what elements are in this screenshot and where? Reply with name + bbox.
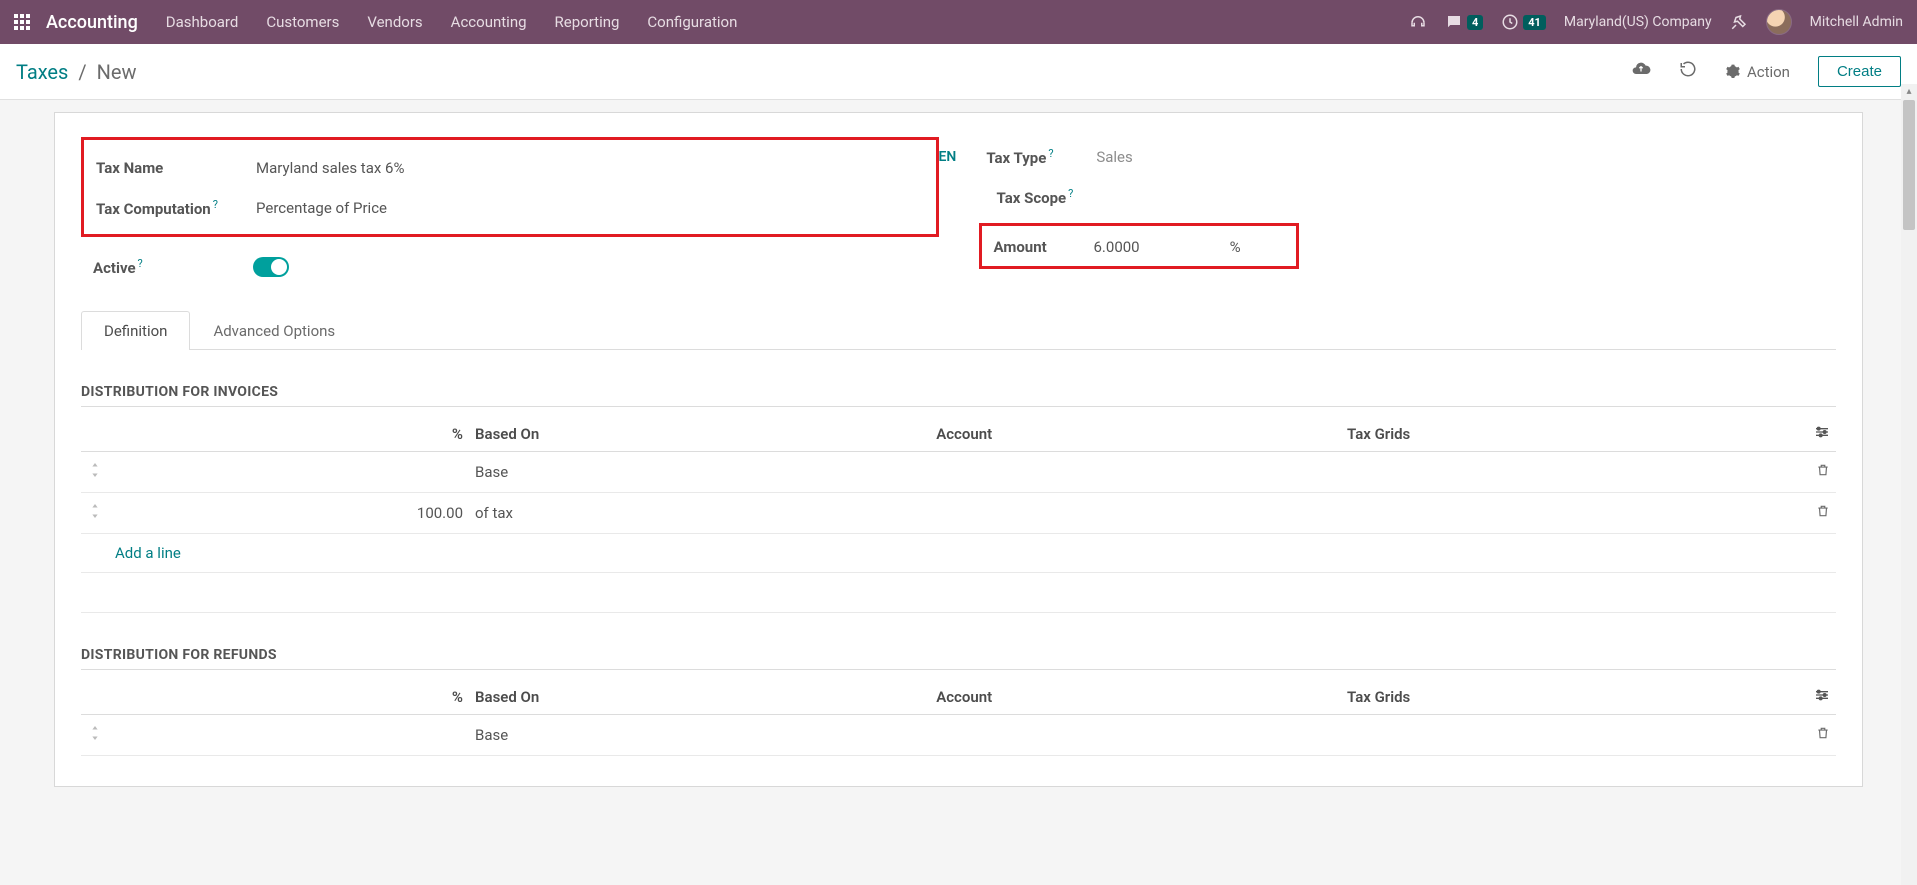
- col-options-icon[interactable]: [1796, 680, 1836, 715]
- breadcrumb-separator: /: [78, 60, 86, 84]
- vertical-scrollbar[interactable]: ▴: [1901, 100, 1917, 885]
- menu-dashboard[interactable]: Dashboard: [166, 13, 239, 31]
- action-label: Action: [1747, 63, 1790, 81]
- breadcrumb: Taxes / New: [16, 60, 137, 84]
- row-account[interactable]: [930, 452, 1341, 493]
- table-row[interactable]: 100.00 of tax: [81, 493, 1836, 534]
- tax-name-label: Tax Name: [96, 159, 256, 177]
- col-based-on: Based On: [469, 680, 930, 715]
- menu-reporting[interactable]: Reporting: [555, 13, 620, 31]
- distribution-invoices-table: % Based On Account Tax Grids Base: [81, 417, 1836, 613]
- col-tax-grids: Tax Grids: [1341, 417, 1796, 452]
- table-row[interactable]: Base: [81, 452, 1836, 493]
- row-pct[interactable]: [109, 715, 469, 756]
- menu-accounting[interactable]: Accounting: [451, 13, 527, 31]
- row-account[interactable]: [930, 493, 1341, 534]
- tax-computation-label: Tax Computation?: [96, 198, 256, 218]
- top-navbar: Accounting Dashboard Customers Vendors A…: [0, 0, 1917, 44]
- breadcrumb-parent[interactable]: Taxes: [16, 60, 68, 84]
- breadcrumb-current: New: [97, 60, 137, 84]
- section-distribution-invoices: Distribution for Invoices: [81, 384, 1836, 407]
- active-label: Active?: [93, 257, 253, 277]
- amount-unit: %: [1230, 238, 1241, 256]
- row-based-on[interactable]: of tax: [469, 493, 930, 534]
- tax-name-value[interactable]: Maryland sales tax 6%: [256, 159, 404, 177]
- col-options-icon[interactable]: [1796, 417, 1836, 452]
- lang-indicator[interactable]: EN: [939, 149, 957, 165]
- row-tax-grids[interactable]: [1341, 493, 1796, 534]
- row-tax-grids[interactable]: [1341, 715, 1796, 756]
- user-name[interactable]: Mitchell Admin: [1810, 14, 1903, 30]
- apps-icon[interactable]: [14, 14, 30, 30]
- col-percent: %: [109, 417, 469, 452]
- messages-icon[interactable]: 4: [1445, 13, 1483, 31]
- tax-scope-label: Tax Scope?: [997, 187, 1107, 207]
- tax-computation-value[interactable]: Percentage of Price: [256, 199, 387, 217]
- create-button[interactable]: Create: [1818, 56, 1901, 87]
- messages-badge: 4: [1467, 15, 1483, 30]
- scroll-up-icon[interactable]: ▴: [1901, 84, 1917, 100]
- company-switcher[interactable]: Maryland(US) Company: [1564, 14, 1712, 30]
- help-icon[interactable]: ?: [1048, 147, 1053, 160]
- drag-handle-icon[interactable]: [81, 715, 109, 756]
- amount-label: Amount: [994, 238, 1094, 256]
- cloud-save-icon[interactable]: [1631, 59, 1651, 84]
- col-percent: %: [109, 680, 469, 715]
- tab-definition[interactable]: Definition: [81, 311, 190, 350]
- tab-bar: Definition Advanced Options: [81, 311, 1836, 350]
- drag-handle-icon[interactable]: [81, 452, 109, 493]
- activities-icon[interactable]: 41: [1501, 13, 1546, 31]
- delete-row-icon[interactable]: [1796, 493, 1836, 534]
- row-tax-grids[interactable]: [1341, 452, 1796, 493]
- row-based-on[interactable]: Base: [469, 715, 930, 756]
- delete-row-icon[interactable]: [1796, 452, 1836, 493]
- debug-icon[interactable]: [1730, 13, 1748, 31]
- table-row[interactable]: Base: [81, 715, 1836, 756]
- col-account: Account: [930, 680, 1341, 715]
- scroll-thumb[interactable]: [1903, 100, 1915, 230]
- highlight-amount: Amount 6.0000 %: [979, 223, 1299, 269]
- menu-customers[interactable]: Customers: [266, 13, 339, 31]
- tab-advanced-options[interactable]: Advanced Options: [190, 311, 358, 350]
- row-pct[interactable]: [109, 452, 469, 493]
- delete-row-icon[interactable]: [1796, 715, 1836, 756]
- user-avatar-icon[interactable]: [1766, 9, 1792, 35]
- tax-type-value[interactable]: Sales: [1096, 148, 1132, 166]
- section-distribution-refunds: Distribution for Refunds: [81, 647, 1836, 670]
- col-account: Account: [930, 417, 1341, 452]
- col-tax-grids: Tax Grids: [1341, 680, 1796, 715]
- help-icon[interactable]: ?: [1068, 187, 1073, 200]
- row-based-on[interactable]: Base: [469, 452, 930, 493]
- menu-configuration[interactable]: Configuration: [647, 13, 737, 31]
- help-icon[interactable]: ?: [138, 257, 143, 270]
- active-toggle[interactable]: [253, 257, 289, 277]
- col-based-on: Based On: [469, 417, 930, 452]
- distribution-refunds-table: % Based On Account Tax Grids Base: [81, 680, 1836, 756]
- help-icon[interactable]: ?: [213, 198, 218, 211]
- amount-value[interactable]: 6.0000: [1094, 238, 1140, 256]
- action-bar: Taxes / New Action Create: [0, 44, 1917, 100]
- row-pct[interactable]: 100.00: [109, 493, 469, 534]
- support-icon[interactable]: [1409, 13, 1427, 31]
- discard-icon[interactable]: [1679, 60, 1697, 83]
- highlight-name-computation: Tax Name Maryland sales tax 6% Tax Compu…: [81, 137, 939, 237]
- main-menu: Dashboard Customers Vendors Accounting R…: [166, 13, 738, 31]
- form-sheet: Tax Name Maryland sales tax 6% Tax Compu…: [54, 112, 1863, 787]
- action-dropdown[interactable]: Action: [1725, 63, 1790, 81]
- tax-type-label: Tax Type?: [986, 147, 1096, 167]
- add-line-link[interactable]: Add a line: [81, 534, 1836, 573]
- menu-vendors[interactable]: Vendors: [367, 13, 422, 31]
- row-account[interactable]: [930, 715, 1341, 756]
- app-brand[interactable]: Accounting: [46, 12, 138, 33]
- activities-badge: 41: [1523, 15, 1546, 30]
- drag-handle-icon[interactable]: [81, 493, 109, 534]
